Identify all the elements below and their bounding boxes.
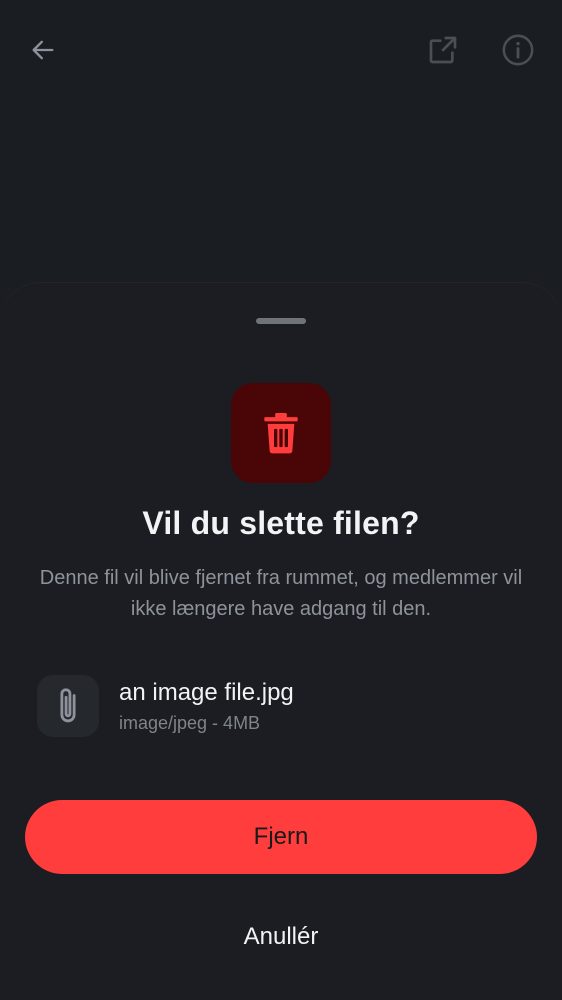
info-button[interactable] <box>496 28 540 72</box>
remove-button[interactable]: Fjern <box>25 800 537 874</box>
file-item: an image file.jpg image/jpeg - 4MB <box>37 675 525 739</box>
drag-handle[interactable] <box>256 318 306 324</box>
open-external-button[interactable] <box>421 28 465 72</box>
arrow-left-icon <box>32 40 54 60</box>
dialog-title: Vil du slette filen? <box>142 505 420 541</box>
file-meta: image/jpeg - 4MB <box>119 713 261 733</box>
top-app-bar <box>0 0 562 100</box>
back-button[interactable] <box>21 28 65 72</box>
dialog-description: Denne fil vil blive fjernet fra rummet, … <box>39 567 523 620</box>
trash-icon-container <box>231 383 331 483</box>
open-external-icon <box>429 36 457 64</box>
file-name: an image file.jpg <box>119 679 294 706</box>
trash-icon <box>264 413 298 454</box>
cancel-button[interactable]: Anullér <box>181 913 381 961</box>
bottom-sheet: Vil du slette filen? Denne fil vil blive… <box>0 283 562 1000</box>
file-icon-container <box>37 675 99 737</box>
info-icon <box>502 34 534 66</box>
paperclip-icon <box>60 688 76 723</box>
